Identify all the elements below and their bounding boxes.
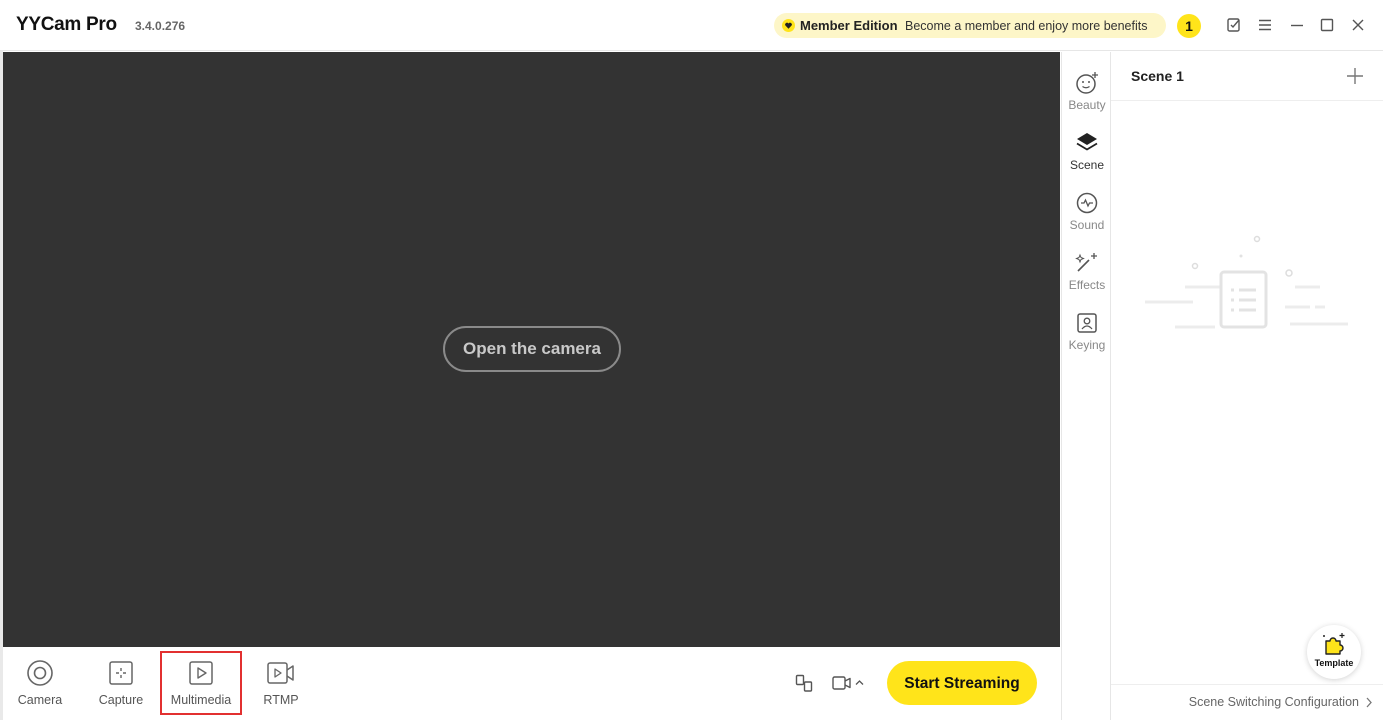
add-scene-icon[interactable] — [1346, 67, 1364, 85]
template-label: Template — [1314, 658, 1354, 668]
tool-keying[interactable]: Keying — [1062, 310, 1112, 366]
rtmp-icon — [267, 662, 294, 684]
heart-icon — [782, 19, 795, 32]
layout-switch-icon[interactable] — [795, 674, 813, 692]
scene-layers-icon — [1076, 133, 1098, 151]
tool-beauty-label: Beauty — [1068, 98, 1106, 112]
menu-icon[interactable] — [1257, 17, 1273, 33]
title-bar: YYCam Pro 3.4.0.276 Member Edition Becom… — [0, 0, 1383, 51]
scene-footer[interactable]: Scene Switching Configuration — [1111, 684, 1383, 721]
chevron-right-icon — [1366, 697, 1372, 708]
scene-panel: Scene 1 Template Scene Switching Configu… — [1111, 52, 1383, 720]
tool-scene-label: Scene — [1069, 158, 1105, 172]
multimedia-highlight-box — [160, 651, 242, 715]
tool-effects[interactable]: Effects — [1062, 250, 1112, 306]
source-capture[interactable]: Capture — [86, 659, 156, 717]
start-streaming-button[interactable]: Start Streaming — [887, 661, 1037, 705]
tool-keying-label: Keying — [1068, 338, 1106, 352]
scene-header: Scene 1 — [1111, 52, 1383, 101]
app-title: YYCam Pro — [16, 14, 117, 35]
source-camera[interactable]: Camera — [5, 659, 75, 717]
beauty-icon — [1076, 72, 1098, 94]
tools-sidebar: Beauty Scene Sound Effects Keying — [1061, 52, 1111, 720]
feedback-icon[interactable] — [1226, 17, 1242, 33]
tool-scene[interactable]: Scene — [1062, 130, 1112, 186]
member-banner[interactable]: Member Edition Become a member and enjoy… — [774, 13, 1166, 38]
sound-icon — [1076, 192, 1098, 214]
tool-sound-label: Sound — [1069, 218, 1105, 232]
video-camera-icon[interactable] — [832, 675, 852, 691]
app-version: 3.4.0.276 — [135, 19, 186, 33]
tool-sound[interactable]: Sound — [1062, 190, 1112, 246]
source-camera-label: Camera — [17, 693, 63, 707]
capture-icon — [109, 661, 133, 685]
tool-beauty[interactable]: Beauty — [1062, 70, 1112, 126]
notification-badge[interactable]: 1 — [1177, 14, 1201, 38]
effects-icon — [1075, 253, 1097, 272]
scene-title[interactable]: Scene 1 — [1131, 68, 1184, 84]
member-benefits-text: Become a member and enjoy more benefits — [905, 19, 1148, 33]
close-icon[interactable] — [1350, 17, 1366, 33]
source-rtmp[interactable]: RTMP — [246, 659, 316, 717]
template-puzzle-icon — [1323, 633, 1345, 655]
camera-icon — [27, 660, 53, 686]
source-capture-label: Capture — [98, 693, 144, 707]
empty-scene-illustration — [1145, 235, 1348, 329]
camera-preview: Open the camera — [3, 52, 1060, 647]
tool-effects-label: Effects — [1068, 278, 1106, 292]
open-camera-button[interactable]: Open the camera — [443, 326, 621, 372]
chevron-up-icon[interactable] — [855, 679, 864, 686]
member-edition-label: Member Edition — [800, 18, 898, 33]
minimize-icon[interactable] — [1289, 17, 1305, 33]
keying-icon — [1077, 313, 1097, 333]
scene-switching-config-link[interactable]: Scene Switching Configuration — [1189, 695, 1359, 709]
template-button[interactable]: Template — [1307, 625, 1361, 679]
maximize-icon[interactable] — [1319, 17, 1335, 33]
source-rtmp-label: RTMP — [263, 693, 299, 707]
